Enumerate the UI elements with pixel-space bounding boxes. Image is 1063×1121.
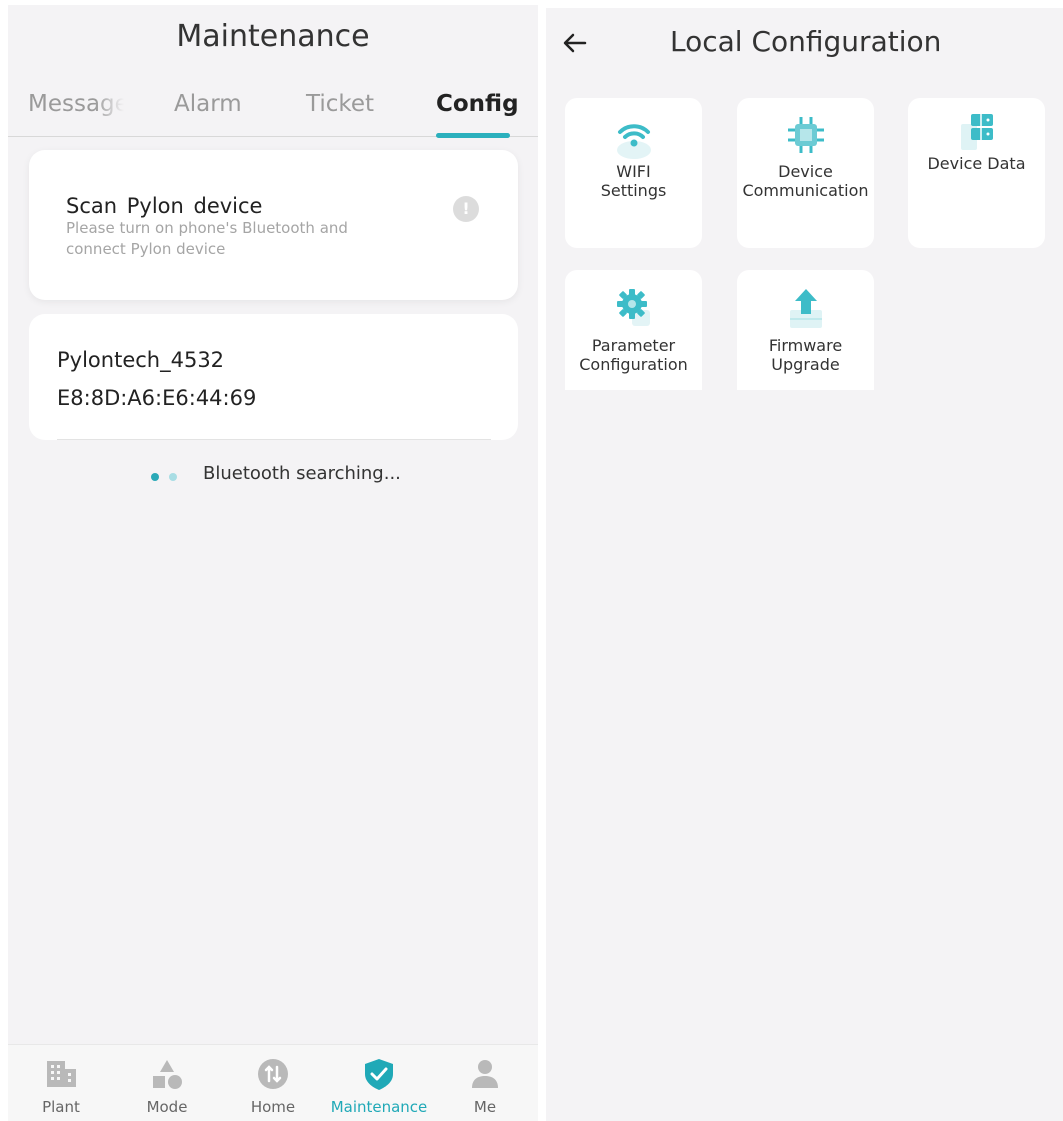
active-tab-indicator	[436, 133, 510, 138]
loading-dot-icon	[151, 473, 159, 481]
divider	[57, 439, 491, 440]
nav-label: Plant	[42, 1098, 80, 1116]
database-icon	[961, 114, 993, 150]
shield-check-icon	[365, 1059, 393, 1090]
nav-maintenance[interactable]: Maintenance	[326, 1045, 432, 1121]
upload-icon	[790, 289, 822, 328]
nav-plant[interactable]: Plant	[8, 1045, 114, 1121]
tab-alarm[interactable]: Alarm	[174, 91, 242, 117]
loading-dot-icon	[169, 473, 177, 481]
device-name: Pylontech_4532	[57, 348, 225, 372]
nav-label: Me	[473, 1098, 497, 1116]
tile-firmware-upgrade[interactable]: Firmware Upgrade	[737, 270, 874, 390]
tile-label: Firmware Upgrade	[768, 336, 843, 374]
tile-parameter-configuration[interactable]: Parameter Configuration	[565, 270, 702, 390]
tile-label: Device Data	[927, 154, 1026, 173]
tab-bar: Message Alarm Ticket Config	[8, 85, 538, 138]
scan-card-title: Scan Pylon device	[66, 194, 263, 218]
nav-label: Home	[250, 1098, 296, 1116]
nav-mode[interactable]: Mode	[114, 1045, 220, 1121]
local-configuration-screen: Local Configuration WIFI Settings Device	[546, 8, 1063, 1121]
tile-device-communication[interactable]: Device Communication	[737, 98, 874, 248]
info-icon[interactable]: !	[453, 196, 479, 222]
arrow-left-icon[interactable]	[560, 28, 590, 58]
tile-device-data[interactable]: Device Data	[908, 98, 1045, 248]
scan-device-card[interactable]: Scan Pylon device Please turn on phone's…	[29, 150, 518, 300]
searching-text: Bluetooth searching...	[203, 463, 401, 484]
bottom-navigation: Plant Mode Home Maintenance Me	[8, 1044, 538, 1121]
shapes-icon	[153, 1060, 182, 1089]
chip-icon	[788, 117, 824, 153]
tile-label: WIFI Settings	[600, 162, 667, 200]
tab-ticket[interactable]: Ticket	[306, 91, 374, 117]
page-title: Local Configuration	[670, 25, 942, 58]
wifi-cloud-icon	[617, 124, 651, 159]
nav-home[interactable]: Home	[220, 1045, 326, 1121]
device-mac-address: E8:8D:A6:E6:44:69	[57, 386, 257, 410]
tile-wifi-settings[interactable]: WIFI Settings	[565, 98, 702, 248]
person-icon	[472, 1060, 498, 1088]
nav-label: Mode	[146, 1098, 188, 1116]
scan-card-subtitle: Please turn on phone's Bluetooth and con…	[66, 219, 348, 258]
nav-label: Maintenance	[330, 1098, 428, 1116]
gear-icon	[617, 289, 650, 326]
home-arrows-icon	[258, 1059, 288, 1089]
device-list-item[interactable]: Pylontech_4532 E8:8D:A6:E6:44:69	[29, 314, 518, 440]
page-title: Maintenance	[176, 19, 370, 54]
nav-me[interactable]: Me	[432, 1045, 538, 1121]
tile-label: Device Communication	[742, 162, 869, 200]
tab-message[interactable]: Message	[28, 91, 124, 117]
tile-label: Parameter Configuration	[579, 336, 688, 374]
building-icon	[47, 1061, 76, 1087]
maintenance-screen: Maintenance Message Alarm Ticket Config …	[8, 5, 538, 1121]
tab-config[interactable]: Config	[436, 91, 519, 117]
